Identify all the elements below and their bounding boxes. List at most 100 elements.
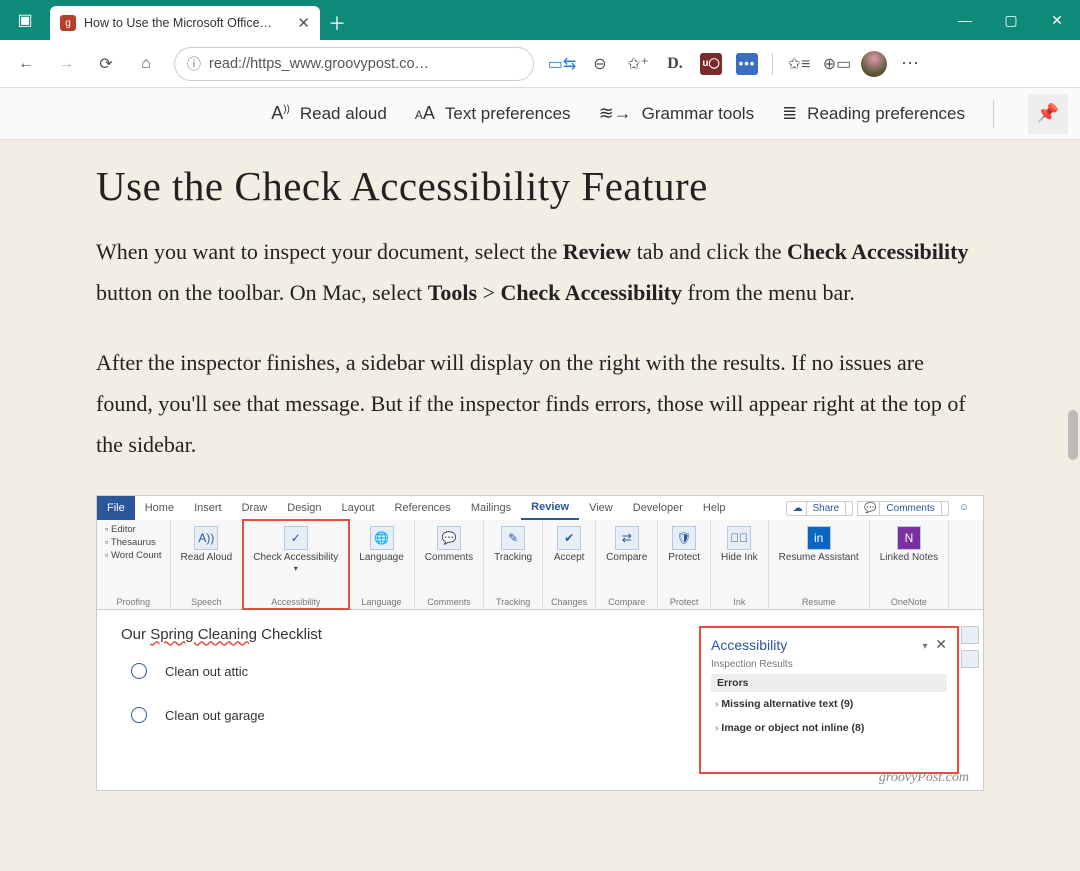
url-field[interactable]: ⓘ read://https_www.groovypost.co… [174,47,534,81]
radio-icon [131,663,147,679]
reading-preferences-button[interactable]: ≣ Reading preferences [782,103,965,124]
ribbon-thesaurus: Thesaurus [105,537,156,548]
tab-title: How to Use the Microsoft Office… [84,16,272,30]
errors-section-header: Errors [711,674,947,692]
reading-prefs-label: Reading preferences [807,104,965,124]
text-prefs-label: Text preferences [445,104,571,124]
favicon-icon: g [60,15,76,31]
ribbon-group-tracking: Tracking [496,597,530,607]
word-tab-references: References [385,502,461,514]
onenote-icon: N [897,526,921,550]
url-text: read://https_www.groovypost.co… [209,56,429,72]
ribbon-check-accessibility: Check Accessibility [253,552,338,563]
ribbon-group-onenote: OneNote [891,597,927,607]
hide-ink-icon: ✎⃠ [727,526,751,550]
ribbon-group-proofing: Proofing [117,597,151,607]
more-menu-icon[interactable]: ⋯ [893,46,929,82]
extension-lastpass-icon[interactable]: ••• [730,47,764,81]
scrollbar-thumb[interactable] [1068,410,1078,460]
ribbon-wordcount: Word Count [105,550,162,561]
ribbon-group-accessibility: Accessibility [271,597,320,607]
accessibility-pane: Accessibility ▾ ✕ Inspection Results Err… [699,626,959,774]
reading-prefs-icon: ≣ [782,103,797,124]
reload-button[interactable]: ⟳ [88,46,124,82]
zoom-out-icon[interactable]: ⊖ [582,46,618,82]
new-tab-button[interactable]: ＋ [320,6,354,40]
accessibility-pane-title: Accessibility [711,637,787,653]
text-prefs-icon: AA [415,103,435,124]
reader-toolbar: A)) Read aloud AA Text preferences ≋→ Gr… [0,88,1080,140]
ribbon-group-ink: Ink [733,597,745,607]
ribbon-read-aloud: Read Aloud [181,552,233,563]
ribbon-group-compare: Compare [608,597,645,607]
checklist-item-1: Clean out attic [131,663,687,679]
compare-icon: ⇄ [615,526,639,550]
article-heading: Use the Check Accessibility Feature [96,162,984,210]
word-tab-view: View [579,502,623,514]
ribbon-group-resume: Resume [802,597,836,607]
word-tab-insert: Insert [184,502,232,514]
read-aloud-button[interactable]: A)) Read aloud [271,103,387,124]
grammar-label: Grammar tools [642,104,754,124]
comments-icon: 💬 [437,526,461,550]
minimize-button[interactable]: ― [942,0,988,40]
browser-tab[interactable]: g How to Use the Microsoft Office… ✕ [50,6,320,40]
ribbon-group-comments: Comments [427,597,471,607]
immersive-reader-icon[interactable]: ▭⇆ [544,46,580,82]
error-item-2: Image or object not inline (8) [711,716,947,740]
article-paragraph-1: When you want to inspect your document, … [96,232,984,313]
add-favorite-icon[interactable]: ✩⁺ [620,46,656,82]
word-tab-layout: Layout [332,502,385,514]
article-content: Use the Check Accessibility Feature When… [0,140,1080,791]
ribbon-group-language: Language [362,597,402,607]
article-paragraph-2: After the inspector finishes, a sidebar … [96,343,984,465]
scrollbar[interactable] [1066,90,1080,871]
home-button[interactable]: ⌂ [128,46,164,82]
separator [772,53,773,75]
close-tab-icon[interactable]: ✕ [297,14,310,32]
word-tabs-row: File Home Insert Draw Design Layout Refe… [97,496,983,520]
ribbon-accept: Accept [554,552,585,563]
favorites-icon[interactable]: ✩≡ [781,46,817,82]
word-tab-home: Home [135,502,184,514]
error-item-1: Missing alternative text (9) [711,692,947,716]
maximize-button[interactable]: ▢ [988,0,1034,40]
word-tab-help: Help [693,502,736,514]
dropdown-icon: ▾ [922,641,927,652]
site-info-icon[interactable]: ⓘ [187,54,201,74]
text-preferences-button[interactable]: AA Text preferences [415,103,571,124]
profile-avatar[interactable] [857,47,891,81]
ribbon-hide-ink: Hide Ink [721,552,758,563]
word-screenshot-figure: File Home Insert Draw Design Layout Refe… [96,495,984,791]
separator [993,100,994,128]
word-tab-design: Design [277,502,331,514]
word-share-button: ☁ Share [786,501,853,516]
extension-ublock-icon[interactable]: u◯ [694,47,728,81]
read-aloud-label: Read aloud [300,104,387,124]
collections-icon[interactable]: ⊕▭ [819,46,855,82]
pin-icon: 📌 [1037,103,1059,124]
ribbon-protect: Protect [668,552,700,563]
checklist-item-2: Clean out garage [131,707,687,723]
side-tool-icon [961,650,979,668]
pin-toolbar-button[interactable]: 📌 [1028,94,1068,134]
word-comments-button: 💬 Comments [857,501,949,516]
resume-icon: in [807,526,831,550]
ribbon-tracking: Tracking [494,552,532,563]
extension-d-icon[interactable]: D. [658,47,692,81]
read-aloud-icon: A)) [194,526,218,550]
grammar-icon: ≋→ [599,103,632,124]
address-bar: ← → ⟳ ⌂ ⓘ read://https_www.groovypost.co… [0,40,1080,88]
ribbon-language: Language [359,552,404,563]
inspection-results-label: Inspection Results [711,659,947,670]
app-icon: ▣ [0,0,50,40]
word-ribbon: Editor Thesaurus Word Count Proofing A))… [97,520,983,610]
word-tab-file: File [97,496,135,520]
grammar-tools-button[interactable]: ≋→ Grammar tools [599,103,755,124]
word-document-body: Our Spring Cleaning Checklist Clean out … [121,626,687,774]
back-button[interactable]: ← [8,46,44,82]
doc-title: Our Spring Cleaning Checklist [121,626,687,643]
word-tab-developer: Developer [623,502,693,514]
close-window-button[interactable]: ✕ [1034,0,1080,40]
ribbon-editor: Editor [105,524,136,535]
